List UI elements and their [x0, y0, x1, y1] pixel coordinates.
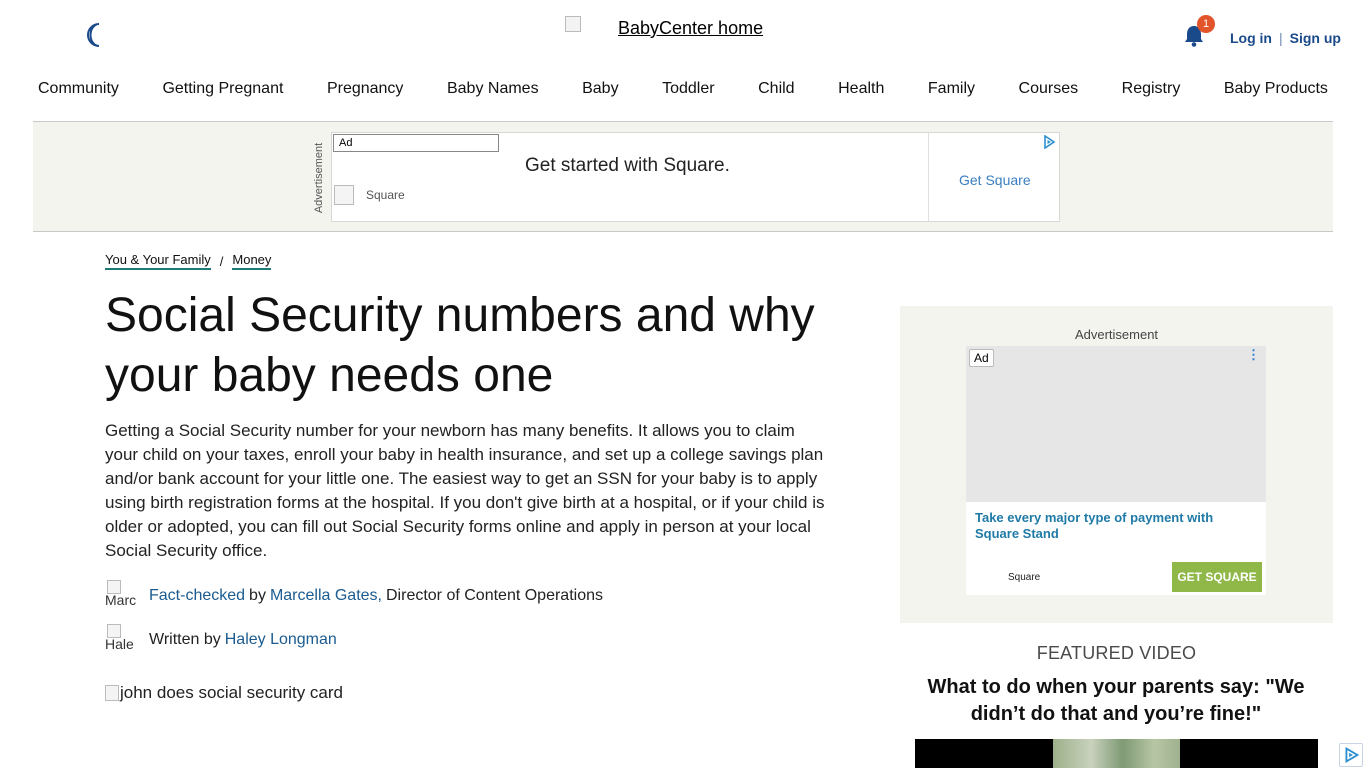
ad-divider [928, 133, 929, 221]
auth-separator: | [1279, 30, 1283, 46]
nav-item-getting-pregnant[interactable]: Getting Pregnant [162, 80, 283, 100]
featured-video-label: FEATURED VIDEO [1036, 643, 1197, 663]
nav-item-toddler[interactable]: Toddler [662, 80, 714, 100]
rail-ad-label: Advertisement [1074, 327, 1159, 342]
rail-ad-container: Advertisement Ad ⋮ Take every major type… [900, 306, 1333, 623]
page-title: Social Security numbers and why your bab… [105, 289, 815, 402]
ad-headline[interactable]: Get started with Square. [525, 155, 730, 177]
logo-image [565, 16, 581, 32]
fact-checker-role: Director of Content Operations [386, 587, 603, 604]
nav-item-child[interactable]: Child [758, 80, 794, 100]
rail-ad-unit[interactable]: Ad ⋮ Take every major type of payment wi… [966, 346, 1266, 595]
nav-item-baby-products[interactable]: Baby Products [1224, 80, 1328, 100]
home-link[interactable]: BabyCenter home [618, 16, 763, 40]
ad-brand: Square [366, 188, 405, 202]
nav-item-baby[interactable]: Baby [582, 80, 618, 100]
ad-badge: Ad [333, 134, 499, 152]
notification-badge: 1 [1197, 15, 1215, 33]
main-nav: Community Getting Pregnant Pregnancy Bab… [38, 80, 1328, 100]
top-ad-side-label: Advertisement [313, 142, 325, 214]
login-link[interactable]: Log in [1230, 30, 1272, 46]
more-vertical-icon[interactable]: ⋮ [1247, 348, 1260, 362]
rail-ad-headline[interactable]: Take every major type of payment with Sq… [975, 510, 1255, 542]
byline-by: by [249, 587, 266, 604]
nav-item-community[interactable]: Community [38, 80, 119, 100]
rail-ad-cta-button[interactable]: GET SQUARE [1172, 562, 1262, 592]
rail-ad-badge: Ad [969, 349, 994, 367]
author-byline: Hale Written by Haley Longman [105, 624, 337, 656]
breadcrumb-you-your-family[interactable]: You & Your Family [105, 252, 211, 270]
moon-icon[interactable] [84, 22, 106, 48]
rail-ad-brand: Square [1008, 572, 1041, 583]
nav-item-baby-names[interactable]: Baby Names [447, 80, 539, 100]
nav-item-family[interactable]: Family [928, 80, 975, 100]
rail-ad-image[interactable] [966, 346, 1266, 502]
avatar: Hale [105, 624, 137, 656]
auth-links: Log in | Sign up [1230, 30, 1341, 46]
video-thumbnail [1053, 739, 1180, 768]
featured-video-player[interactable] [915, 739, 1318, 768]
article-summary: Getting a Social Security number for you… [105, 421, 825, 560]
fact-checker-name-link[interactable]: Marcella Gates, [270, 587, 382, 605]
adchoices-corner-icon[interactable] [1339, 743, 1363, 767]
fact-check-byline: Marc Fact-checked by Marcella Gates, Dir… [105, 580, 603, 612]
hero-image-alt: john does social security card [120, 683, 344, 702]
nav-item-courses[interactable]: Courses [1019, 80, 1079, 100]
avatar: Marc [105, 580, 137, 612]
ad-cta-button[interactable]: Get Square [959, 172, 1031, 188]
written-by-label: Written by [149, 631, 221, 648]
fact-checked-link[interactable]: Fact-checked [149, 587, 245, 605]
breadcrumb-money[interactable]: Money [232, 252, 272, 270]
nav-item-health[interactable]: Health [838, 80, 884, 100]
broken-image-icon [105, 685, 119, 701]
breadcrumb-separator: / [219, 253, 224, 269]
hero-image: john does social security card [105, 683, 343, 703]
signup-link[interactable]: Sign up [1290, 30, 1341, 46]
adchoices-icon[interactable] [1042, 135, 1056, 149]
nav-item-registry[interactable]: Registry [1122, 80, 1181, 100]
ad-brand-icon [334, 185, 354, 205]
author-name-link[interactable]: Haley Longman [225, 631, 337, 649]
breadcrumb: You & Your Family / Money [105, 252, 272, 270]
top-ad-banner[interactable]: Ad Get started with Square. Square Get S… [331, 132, 1060, 222]
featured-video-title[interactable]: What to do when your parents say: "We di… [926, 674, 1306, 728]
nav-item-pregnancy[interactable]: Pregnancy [327, 80, 404, 100]
home-logo[interactable]: BabyCenter home [565, 16, 763, 40]
